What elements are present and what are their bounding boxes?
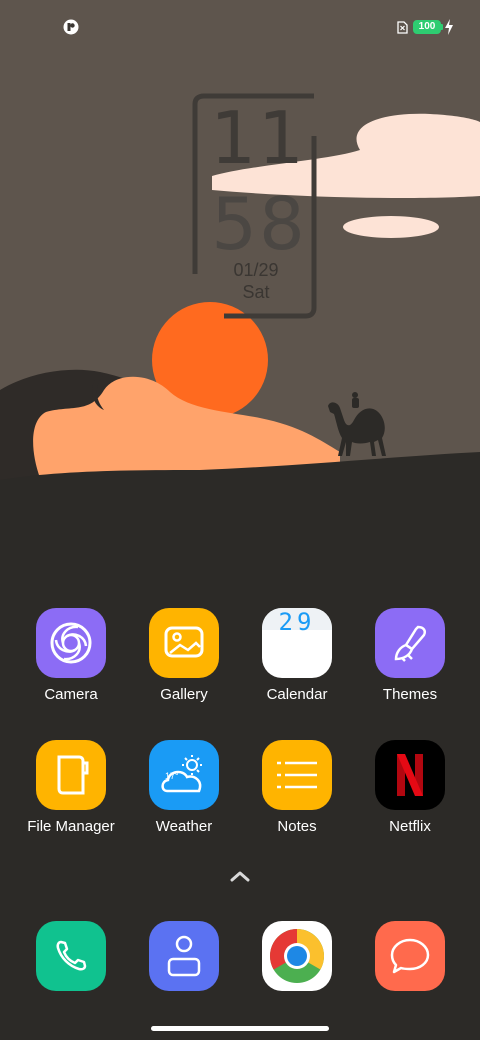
app-drawer-handle-icon[interactable] bbox=[226, 868, 254, 886]
phone-icon bbox=[36, 921, 106, 991]
no-sim-icon bbox=[397, 21, 408, 34]
battery-level: 100 bbox=[418, 21, 436, 32]
app-label: Netflix bbox=[389, 818, 431, 835]
app-label: Themes bbox=[382, 686, 438, 703]
app-weather[interactable]: 17° Weather bbox=[128, 740, 240, 835]
weather-icon: 17° bbox=[149, 740, 219, 810]
calendar-icon: 29 bbox=[262, 608, 332, 678]
app-label: File Manager bbox=[27, 818, 115, 835]
contact-icon bbox=[149, 921, 219, 991]
app-gallery[interactable]: Gallery bbox=[128, 608, 240, 703]
chrome-icon bbox=[262, 921, 332, 991]
gesture-navigation-bar[interactable] bbox=[151, 1026, 329, 1031]
netflix-icon bbox=[375, 740, 445, 810]
bolt-icon bbox=[445, 19, 453, 35]
camera-aperture-icon bbox=[36, 608, 106, 678]
notification-app-icon bbox=[63, 19, 79, 35]
message-icon bbox=[375, 921, 445, 991]
dock-chrome[interactable] bbox=[262, 921, 332, 991]
clock-day: Sat bbox=[242, 282, 270, 302]
dock-phone[interactable] bbox=[36, 921, 106, 991]
app-notes[interactable]: Notes bbox=[241, 740, 353, 835]
folder-icon bbox=[36, 740, 106, 810]
clock-hour: 11 bbox=[210, 96, 306, 180]
app-netflix[interactable]: Netflix bbox=[354, 740, 466, 835]
app-label: Camera bbox=[44, 686, 98, 703]
app-themes[interactable]: Themes bbox=[354, 608, 466, 703]
battery-cap bbox=[441, 24, 443, 30]
clock-minute: 58 bbox=[211, 182, 307, 266]
clock-date: 01/29 bbox=[233, 260, 279, 280]
app-label: Calendar bbox=[266, 686, 328, 703]
clock-widget[interactable]: 11 58 01/29 Sat bbox=[190, 92, 320, 322]
gallery-picture-icon bbox=[149, 608, 219, 678]
dock-contacts[interactable] bbox=[149, 921, 219, 991]
app-camera[interactable]: Camera bbox=[15, 608, 127, 703]
brush-icon bbox=[375, 608, 445, 678]
calendar-day-number: 29 bbox=[278, 608, 316, 636]
app-calendar[interactable]: 29 Calendar bbox=[241, 608, 353, 703]
app-label: Weather bbox=[155, 818, 213, 835]
status-bar: 100 bbox=[0, 0, 480, 56]
app-label: Gallery bbox=[160, 686, 208, 703]
notes-icon bbox=[262, 740, 332, 810]
app-file-manager[interactable]: File Manager bbox=[15, 740, 127, 835]
weather-temperature: 17° bbox=[165, 771, 179, 781]
battery-indicator: 100 bbox=[413, 20, 441, 34]
app-label: Notes bbox=[277, 818, 317, 835]
dock-messages[interactable] bbox=[375, 921, 445, 991]
